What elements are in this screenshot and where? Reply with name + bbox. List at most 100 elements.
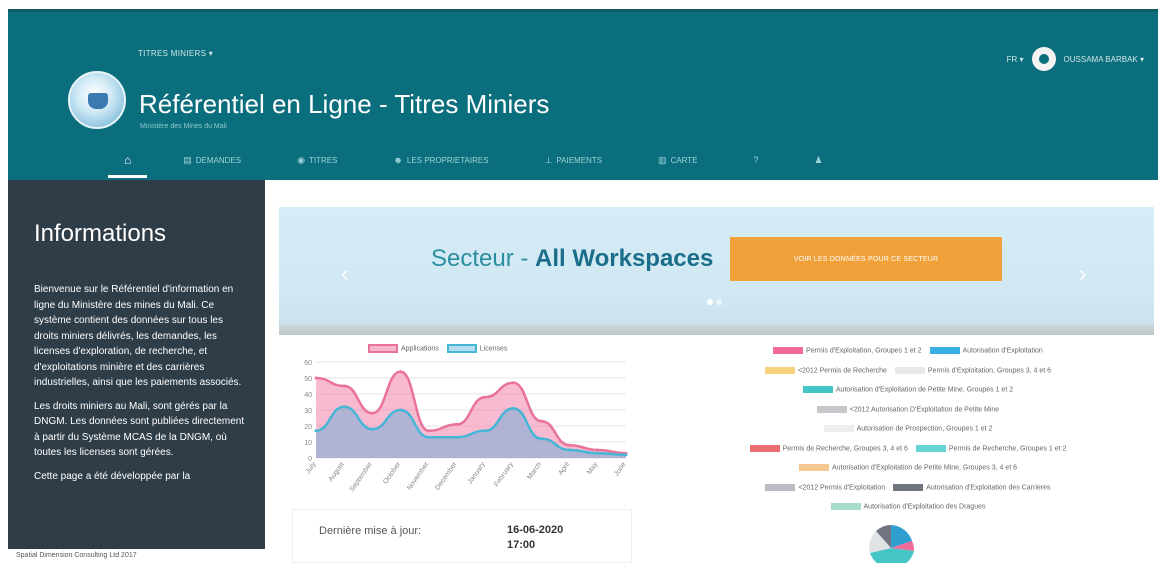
data-point bbox=[370, 411, 374, 415]
sidebar-title: Informations bbox=[34, 220, 167, 247]
carousel-next-button[interactable]: › bbox=[1079, 261, 1086, 287]
data-point bbox=[596, 451, 600, 455]
pie-legend-item[interactable]: Autorisation de Prospection, Groupes 1 e… bbox=[823, 425, 993, 433]
tab-demandes[interactable]: ▤ DEMANDES bbox=[155, 140, 269, 180]
legend-label: Permis de Recherche, Groupes 1 et 2 bbox=[948, 444, 1067, 452]
pie-legend-item[interactable]: Autorisation d'Exploitation bbox=[929, 347, 1043, 355]
legend-swatch bbox=[773, 347, 804, 355]
carousel-dot[interactable] bbox=[716, 299, 722, 305]
x-tick-label: November bbox=[406, 461, 431, 492]
data-point bbox=[624, 453, 628, 457]
tab-carte[interactable]: ▥ CARTE bbox=[630, 140, 725, 180]
legend-label: <2012 Permis de Recherche bbox=[797, 366, 887, 374]
pie-legend-item[interactable]: Permis de Recherche, Groupes 1 et 2 bbox=[915, 444, 1067, 452]
data-point bbox=[483, 429, 487, 433]
chart-svg: 0102030405060July August September October N… bbox=[304, 360, 628, 494]
pie-legend-row: Permis d'Exploitation, Groupes 1 et 2 Aut… bbox=[668, 341, 1148, 361]
legend-swatch bbox=[830, 503, 861, 511]
legend-swatch bbox=[894, 366, 925, 374]
data-point bbox=[314, 376, 318, 380]
tab-proprietaires[interactable]: ☻ LES PROPRIETAIRES bbox=[365, 140, 516, 180]
last-update-box: Dernière mise à jour: 16-06-2020 17:00 bbox=[292, 509, 632, 563]
map-icon: ▥ bbox=[658, 154, 667, 165]
tab-label: PAIEMENTS bbox=[556, 155, 603, 165]
info-sidebar: Informations Bienvenue sur le Référentie… bbox=[8, 180, 265, 563]
pie-legend-item[interactable]: <2012 Permis d'Exploitation bbox=[765, 483, 885, 491]
user-menu[interactable]: OUSSAMA BARBAK ▾ bbox=[1064, 55, 1144, 64]
legend-label: Autorisation de Prospection, Groupes 1 e… bbox=[856, 425, 993, 433]
x-tick-label: July bbox=[305, 461, 318, 476]
data-point bbox=[539, 437, 543, 441]
tab-label: DEMANDES bbox=[195, 155, 242, 165]
sector-title: Secteur - All Workspaces bbox=[431, 245, 713, 273]
tab-help[interactable]: ? bbox=[726, 140, 787, 180]
sidebar-paragraph: Les droits miniers au Mali, sont gérés p… bbox=[34, 400, 245, 459]
pie-legend-row: <2012 Permis de Recherche Permis d'Exploi… bbox=[668, 361, 1148, 381]
data-point bbox=[314, 429, 318, 433]
pie-legend-item[interactable]: Autorisation d'Exploitation de Petite Mi… bbox=[802, 386, 1014, 394]
header-strip bbox=[8, 9, 1158, 12]
legend-swatch bbox=[764, 366, 795, 374]
pie-legend-item[interactable]: Permis de Recherche, Groupes 3, 4 et 6 bbox=[749, 444, 908, 452]
carousel-indicators bbox=[707, 299, 722, 305]
carousel-dot[interactable] bbox=[707, 299, 713, 305]
legend-applications[interactable]: Applications bbox=[368, 344, 439, 353]
pie-legend-row: Autorisation d'Exploitation de Petite Mi… bbox=[668, 380, 1148, 400]
legend-swatch bbox=[446, 344, 477, 353]
pie-legend-item[interactable]: Autorisation d'Exploitation des Carriere… bbox=[893, 483, 1051, 491]
language-dropdown[interactable]: FR ▾ bbox=[1007, 55, 1024, 64]
data-point bbox=[455, 435, 459, 439]
data-point bbox=[342, 384, 346, 388]
legend-licenses[interactable]: Licenses bbox=[446, 344, 507, 353]
legend-swatch bbox=[816, 405, 847, 413]
pie-legend-item[interactable]: <2012 Permis de Recherche bbox=[764, 366, 887, 374]
pie-legend-item[interactable]: Autorisation d'Exploitation de Petite Mi… bbox=[798, 464, 1017, 471]
chart-legend: Applications Licenses bbox=[368, 344, 507, 353]
tab-paiements[interactable]: ⊥ PAIEMENTS bbox=[517, 140, 630, 180]
main-nav: ⌂ ▤ DEMANDES ◉ TITRES ☻ LES PROPRIETAIRES ⊥… bbox=[100, 140, 851, 180]
legend-swatch bbox=[915, 444, 946, 452]
sidebar-paragraph: Bienvenue sur le Référentiel d'informati… bbox=[34, 284, 242, 388]
tab-home[interactable]: ⌂ bbox=[100, 140, 155, 180]
x-tick-label: February bbox=[493, 461, 515, 488]
last-update-date: 16-06-2020 bbox=[507, 524, 564, 536]
data-point bbox=[427, 429, 431, 433]
legend-swatch bbox=[929, 347, 960, 355]
data-point bbox=[399, 370, 403, 374]
x-tick-label: April bbox=[558, 461, 572, 477]
sector-carousel: ‹ Secteur - All Workspaces VOIR LES DONN… bbox=[279, 207, 1154, 335]
legend-swatch bbox=[893, 483, 924, 491]
avatar[interactable] bbox=[1031, 47, 1056, 71]
legend-label: Autorisation d'Exploitation bbox=[962, 347, 1043, 355]
user-area: FR ▾ OUSSAMA BARBAK ▾ bbox=[1007, 47, 1144, 71]
view-sector-data-button[interactable]: VOIR LES DONNÉES POUR CE SECTEUR bbox=[730, 237, 1002, 281]
titles-dropdown[interactable]: TITRES MINIERS ▾ bbox=[138, 49, 213, 58]
legend-swatch bbox=[765, 483, 796, 491]
legend-label: Autorisation d'Exploitation des Dragues bbox=[863, 503, 986, 511]
data-point bbox=[342, 405, 346, 409]
carousel-prev-button[interactable]: ‹ bbox=[341, 261, 348, 287]
app-title: Référentiel en Ligne - Titres Miniers bbox=[139, 89, 550, 119]
pie-legend-item[interactable]: Autorisation d'Exploitation des Dragues bbox=[830, 503, 986, 511]
legend-label: Permis d'Exploitation, Groupes 1 et 2 bbox=[806, 347, 922, 355]
page: TITRES MINIERS ▾ Référentiel en Ligne - … bbox=[0, 0, 1158, 563]
legend-swatch bbox=[823, 425, 854, 433]
home-icon: ⌂ bbox=[124, 153, 132, 167]
tab-user[interactable]: ♟ bbox=[787, 140, 851, 180]
legend-label: Permis de Recherche, Groupes 3, 4 et 6 bbox=[782, 444, 908, 452]
legend-label: <2012 Autorisation D'Exploitation de Pet… bbox=[849, 405, 1000, 413]
user-icon: ♟ bbox=[814, 154, 823, 165]
tab-titres[interactable]: ◉ TITRES bbox=[269, 140, 365, 180]
pie-legend-row: Autorisation d'Exploitation de Petite Mi… bbox=[668, 458, 1148, 478]
x-tick-label: September bbox=[349, 461, 375, 494]
data-point bbox=[427, 435, 431, 439]
applications-chart: Applications Licenses 0 10 20 30 40 50 60 July A… bbox=[292, 340, 632, 508]
legend-label: Autorisation d'Exploitation de Petite Mi… bbox=[835, 386, 1014, 394]
x-tick-label: August bbox=[328, 461, 346, 483]
data-point bbox=[596, 448, 600, 452]
pie-legend-item[interactable]: Permis d'Exploitation, Groupes 3, 4 et 6 bbox=[894, 366, 1051, 374]
data-point bbox=[483, 395, 487, 399]
pie-legend-item[interactable]: Permis d'Exploitation, Groupes 1 et 2 bbox=[773, 347, 922, 355]
y-tick-label: 20 bbox=[304, 424, 312, 431]
pie-legend-item[interactable]: <2012 Autorisation D'Exploitation de Pet… bbox=[816, 405, 1000, 413]
